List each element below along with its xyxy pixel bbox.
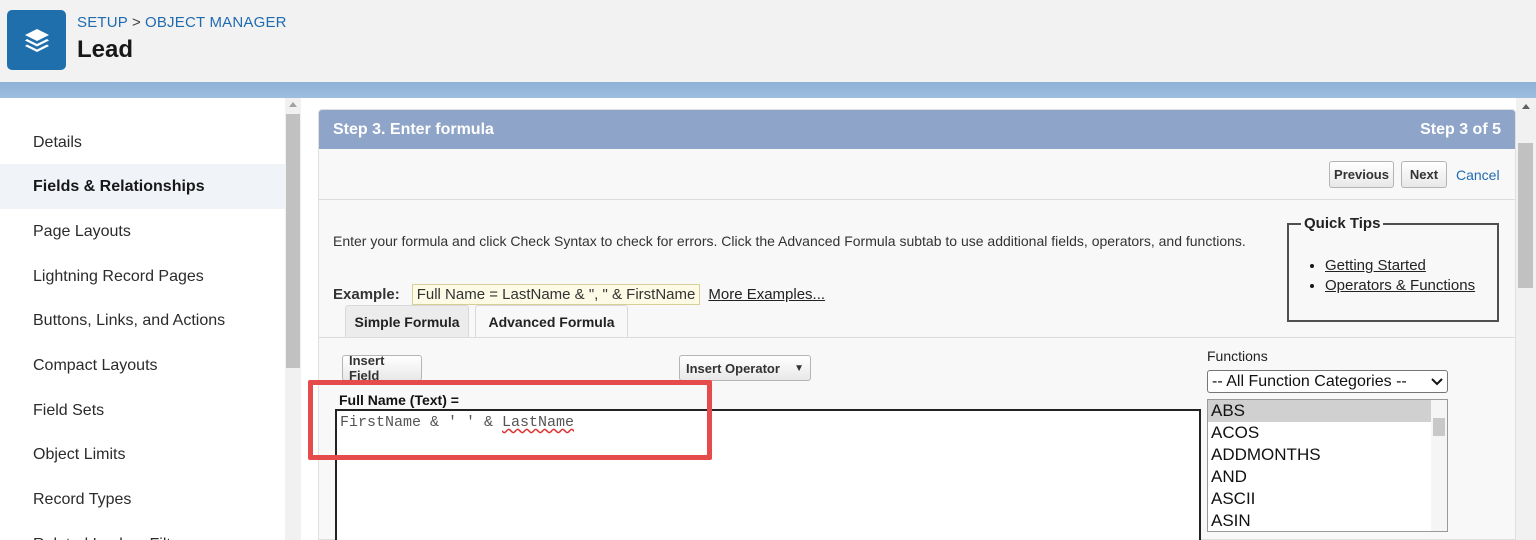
cancel-link[interactable]: Cancel xyxy=(1456,167,1500,183)
functions-scrollbar[interactable] xyxy=(1431,400,1447,531)
step-title: Step 3. Enter formula xyxy=(333,121,494,138)
decorative-banner xyxy=(0,82,1536,98)
tab-advanced-formula[interactable]: Advanced Formula xyxy=(475,305,628,338)
scroll-up-arrow-icon[interactable] xyxy=(289,102,297,107)
function-item-acos[interactable]: ACOS xyxy=(1208,422,1447,444)
scrollbar-thumb[interactable] xyxy=(286,114,300,368)
formula-wizard-panel: Step 3. Enter formula Step 3 of 5 Previo… xyxy=(308,109,1516,540)
operators-functions-link[interactable]: Operators & Functions xyxy=(1325,277,1475,294)
example-formula: Full Name = LastName & ", " & FirstName xyxy=(411,284,701,305)
function-item-ascii[interactable]: ASCII xyxy=(1208,488,1447,510)
highlight-annotation-box xyxy=(308,380,712,460)
sidebar-item-compact-layouts[interactable]: Compact Layouts xyxy=(0,343,285,388)
tab-simple-formula[interactable]: Simple Formula xyxy=(345,305,469,338)
sidebar-item-field-sets[interactable]: Field Sets xyxy=(0,388,285,433)
getting-started-link[interactable]: Getting Started xyxy=(1325,257,1426,274)
chevron-down-icon: ▼ xyxy=(794,362,804,374)
scrollbar-thumb[interactable] xyxy=(1518,143,1533,288)
breadcrumb-setup-link[interactable]: SETUP xyxy=(77,14,128,31)
sidebar-item-object-limits[interactable]: Object Limits xyxy=(0,432,285,477)
insert-operator-label: Insert Operator xyxy=(686,360,780,376)
breadcrumb: SETUP > OBJECT MANAGER xyxy=(77,14,287,31)
sidebar-item-buttons-links-actions[interactable]: Buttons, Links, and Actions xyxy=(0,298,285,343)
sidebar-item-details[interactable]: Details xyxy=(0,120,285,165)
previous-button[interactable]: Previous xyxy=(1329,161,1394,188)
functions-label: Functions xyxy=(1207,348,1268,364)
quick-tips-list: Getting Started Operators & Functions xyxy=(1309,257,1475,297)
sidebar-item-record-types[interactable]: Record Types xyxy=(0,477,285,522)
example-row: Example: Full Name = LastName & ", " & F… xyxy=(333,284,825,305)
breadcrumb-separator: > xyxy=(132,14,141,31)
sidebar-item-lightning-record-pages[interactable]: Lightning Record Pages xyxy=(0,254,285,299)
functions-listbox[interactable]: ABS ACOS ADDMONTHS AND ASCII ASIN xyxy=(1207,399,1448,532)
page-header: SETUP > OBJECT MANAGER Lead xyxy=(0,0,1536,82)
page-title: Lead xyxy=(77,36,134,63)
page-scrollbar[interactable] xyxy=(1516,98,1536,540)
quick-tips-box: Quick Tips Getting Started Operators & F… xyxy=(1287,215,1499,322)
sidebar-item-page-layouts[interactable]: Page Layouts xyxy=(0,209,285,254)
tab-divider xyxy=(319,337,1515,338)
chevron-down-icon xyxy=(1431,373,1443,391)
function-item-addmonths[interactable]: ADDMONTHS xyxy=(1208,444,1447,466)
more-examples-link[interactable]: More Examples... xyxy=(708,286,825,303)
function-item-abs[interactable]: ABS xyxy=(1208,400,1447,422)
example-label: Example: xyxy=(333,286,400,303)
instructions-text: Enter your formula and click Check Synta… xyxy=(333,233,1246,249)
sidebar-item-related-lookup-filters[interactable]: Related Lookup Filters xyxy=(0,522,285,540)
step-header: Step 3. Enter formula Step 3 of 5 xyxy=(319,110,1515,149)
sidebar-scrollbar[interactable] xyxy=(285,98,301,540)
sidebar-nav: Details Fields & Relationships Page Layo… xyxy=(0,98,285,540)
layers-icon xyxy=(7,10,66,70)
function-category-select[interactable]: -- All Function Categories -- xyxy=(1207,370,1448,393)
divider xyxy=(319,199,1515,200)
function-item-asin[interactable]: ASIN xyxy=(1208,510,1447,531)
main-content: Step 3. Enter formula Step 3 of 5 Previo… xyxy=(301,98,1516,540)
insert-operator-button[interactable]: Insert Operator ▼ xyxy=(679,355,811,381)
scroll-up-arrow-icon[interactable] xyxy=(1522,104,1530,109)
insert-field-button[interactable]: Insert Field xyxy=(342,353,422,383)
function-item-and[interactable]: AND xyxy=(1208,466,1447,488)
step-count: Step 3 of 5 xyxy=(1420,121,1501,138)
scrollbar-thumb[interactable] xyxy=(1433,418,1445,436)
function-category-value: -- All Function Categories -- xyxy=(1212,372,1407,390)
breadcrumb-object-manager-link[interactable]: OBJECT MANAGER xyxy=(145,14,287,31)
quick-tips-title: Quick Tips xyxy=(1301,215,1384,232)
sidebar-item-fields-relationships[interactable]: Fields & Relationships xyxy=(0,164,285,209)
next-button[interactable]: Next xyxy=(1401,161,1447,188)
